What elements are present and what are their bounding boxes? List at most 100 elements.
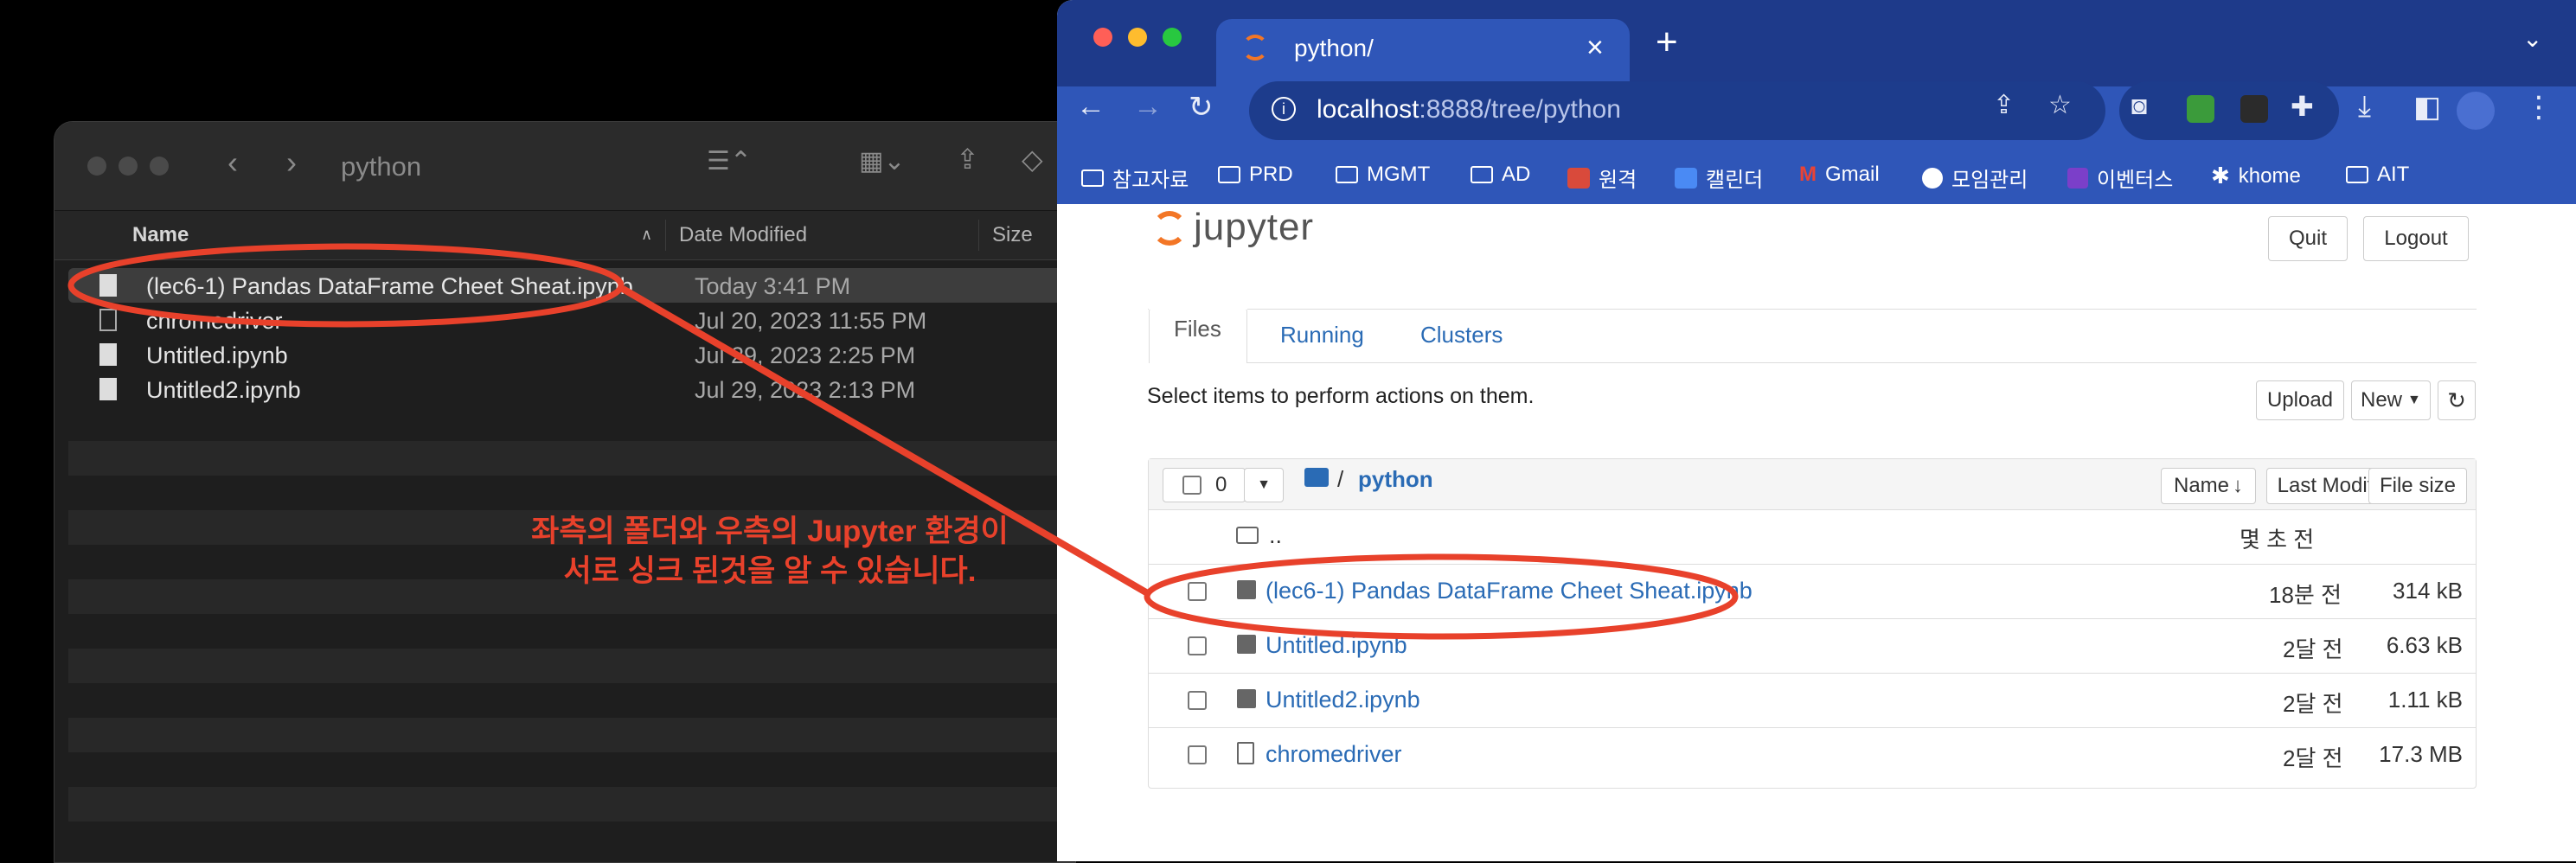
row-checkbox[interactable]	[1188, 745, 1207, 764]
download-icon[interactable]: ⤓	[2358, 90, 2371, 124]
modified-time: 2달 전	[2283, 636, 2343, 662]
sort-size-button[interactable]: File size	[2368, 468, 2467, 504]
sort-ascending-icon: ∧	[641, 226, 653, 243]
group-icon[interactable]: ▦⌄	[859, 146, 905, 176]
name-column-header[interactable]: Name	[132, 223, 189, 247]
size-column-header[interactable]: Size	[992, 223, 1033, 247]
extension-icon[interactable]	[2187, 95, 2214, 123]
tab-running[interactable]: Running	[1280, 322, 1364, 348]
tab-title: python/	[1294, 35, 1374, 61]
close-window-button[interactable]	[1093, 28, 1112, 47]
tab-clusters[interactable]: Clusters	[1420, 322, 1503, 348]
close-tab-icon[interactable]: ×	[1586, 31, 1604, 65]
tab-files[interactable]: Files	[1149, 308, 1247, 363]
camera-extension-icon[interactable]: ◙	[2131, 92, 2147, 121]
bookmark-item[interactable]: AIT	[2346, 163, 2409, 187]
list-item-parent[interactable]: .. 몇 초 전	[1148, 509, 2477, 564]
bookmark-item[interactable]: MGMT	[1336, 163, 1430, 187]
parent-dir-link[interactable]: ..	[1269, 522, 1282, 549]
file-row[interactable]: (lec6-1) Pandas DataFrame Cheet Sheat.ip…	[68, 268, 1075, 303]
bookmark-item[interactable]: M Gmail	[1799, 163, 1880, 187]
annotation-text: 좌측의 폴더와 우측의 Jupyter 환경이 서로 싱크 된것을 알 수 있습…	[531, 515, 1009, 588]
close-window-button[interactable]	[87, 157, 106, 176]
breadcrumb-root[interactable]: /	[1337, 466, 1343, 493]
puzzle-icon[interactable]: ✚	[2291, 90, 2314, 123]
browser-tab[interactable]: python/ ×	[1216, 19, 1630, 86]
back-icon[interactable]: ‹	[227, 144, 238, 181]
back-icon[interactable]: ←	[1076, 90, 1105, 124]
zoom-window-button[interactable]	[1163, 28, 1182, 47]
list-item[interactable]: chromedriver 2달 전 17.3 MB	[1148, 727, 2477, 783]
bookmark-item[interactable]: PRD	[1218, 163, 1293, 187]
upload-button[interactable]: Upload	[2256, 380, 2344, 420]
jupyter-logo-icon	[1152, 211, 1187, 246]
new-dropdown-button[interactable]: New ▼	[2351, 380, 2431, 420]
notebook-link[interactable]: (lec6-1) Pandas DataFrame Cheet Sheat.ip…	[1266, 578, 1753, 604]
modified-time: 몇 초 전	[2240, 527, 2315, 553]
list-item[interactable]: Untitled.ipynb 2달 전 6.63 kB	[1148, 618, 2477, 674]
logout-button[interactable]: Logout	[2363, 216, 2469, 261]
folder-icon	[1236, 527, 1259, 544]
list-view-icon[interactable]: ☰⌃	[707, 146, 752, 176]
site-info-icon[interactable]: i	[1272, 97, 1296, 121]
quit-button[interactable]: Quit	[2268, 216, 2348, 261]
notebook-link[interactable]: Untitled2.ipynb	[1266, 687, 1420, 713]
file-row[interactable]: Untitled2.ipynb Jul 29, 2023 2:13 PM	[68, 372, 1075, 406]
bookmark-item[interactable]: 모임관리	[1922, 163, 2028, 193]
bookmark-item[interactable]: AD	[1471, 163, 1530, 187]
notebook-link[interactable]: Untitled.ipynb	[1266, 632, 1407, 659]
list-item[interactable]: (lec6-1) Pandas DataFrame Cheet Sheat.ip…	[1148, 564, 2477, 619]
folder-icon	[2346, 166, 2368, 183]
new-tab-icon[interactable]: +	[1656, 21, 1678, 64]
select-hint: Select items to perform actions on them.	[1147, 384, 1535, 408]
tag-icon[interactable]: ◇	[1022, 143, 1043, 176]
zoom-window-button[interactable]	[150, 157, 169, 176]
jupyter-logo-text[interactable]: jupyter	[1194, 206, 1314, 249]
row-checkbox[interactable]	[1188, 582, 1207, 601]
bookmark-item[interactable]: 이벤터스	[2067, 163, 2173, 193]
minimize-window-button[interactable]	[119, 157, 138, 176]
document-icon	[99, 274, 117, 297]
file-row[interactable]: chromedriver Jul 20, 2023 11:55 PM	[68, 303, 1075, 337]
forward-icon[interactable]: ›	[286, 144, 297, 181]
row-checkbox[interactable]	[1188, 636, 1207, 655]
empty-row	[68, 787, 1075, 821]
select-menu-caret-icon[interactable]: ▼	[1244, 468, 1284, 502]
tab-search-chevron-icon[interactable]: ⌄	[2522, 24, 2542, 53]
bookmark-item[interactable]: 참고자료	[1081, 163, 1189, 193]
select-all-checkbox[interactable]: 0	[1163, 468, 1246, 502]
profile-avatar[interactable]	[2457, 92, 2495, 130]
document-icon	[99, 343, 117, 366]
file-link[interactable]: chromedriver	[1266, 741, 1402, 768]
bookmark-item[interactable]: ✱ khome	[2211, 163, 2301, 189]
share-icon[interactable]: ⇪	[956, 143, 979, 176]
file-size: 17.3 MB	[2379, 741, 2463, 767]
list-item[interactable]: Untitled2.ipynb 2달 전 1.11 kB	[1148, 673, 2477, 728]
reload-icon[interactable]: ↻	[1189, 90, 1214, 125]
bookmark-item[interactable]: 원격	[1567, 163, 1637, 193]
finder-title: python	[341, 151, 422, 182]
bookmark-star-icon[interactable]: ☆	[2048, 90, 2072, 120]
modified-time: 2달 전	[2283, 691, 2343, 717]
row-checkbox[interactable]	[1188, 691, 1207, 710]
minimize-window-button[interactable]	[1128, 28, 1147, 47]
bookmark-item[interactable]: 캘린더	[1675, 163, 1763, 193]
modified-time: 2달 전	[2283, 745, 2343, 771]
finder-toolbar: ‹ › python ☰⌃ ▦⌄ ⇪ ◇	[54, 122, 1075, 211]
notebook-icon	[1237, 689, 1256, 708]
side-panel-icon[interactable]: ◧	[2413, 90, 2441, 125]
menu-icon[interactable]: ⋮	[2524, 90, 2554, 125]
breadcrumb-folder[interactable]: python	[1358, 466, 1433, 493]
address-bar[interactable]: i localhost:8888/tree/python ⇪ ☆	[1249, 81, 2105, 140]
document-icon	[99, 378, 117, 400]
empty-row	[68, 441, 1075, 476]
refresh-icon[interactable]: ↻	[2438, 380, 2476, 420]
share-icon[interactable]: ⇪	[1993, 90, 2015, 120]
extension-icon[interactable]	[2240, 95, 2268, 123]
date-column-header[interactable]: Date Modified	[679, 223, 807, 247]
file-name: (lec6-1) Pandas DataFrame Cheet Sheat.ip…	[146, 273, 633, 299]
forward-icon[interactable]: →	[1133, 90, 1163, 124]
file-date: Jul 29, 2023 2:13 PM	[695, 377, 916, 403]
file-row[interactable]: Untitled.ipynb Jul 29, 2023 2:25 PM	[68, 337, 1075, 372]
sort-name-button[interactable]: Name ↓	[2161, 468, 2256, 504]
